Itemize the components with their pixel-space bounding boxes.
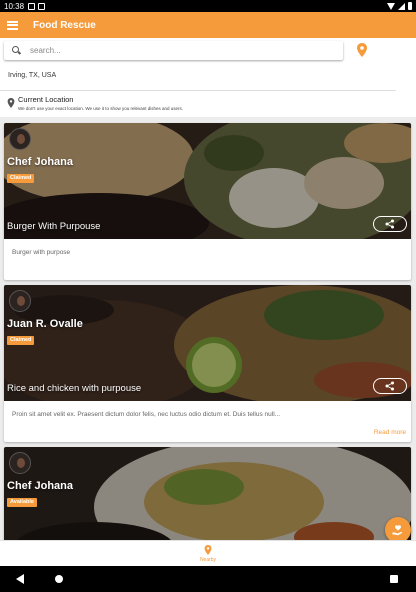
dish-card[interactable]: Juan R. Ovalle Claimed Rice and chicken … <box>4 285 411 442</box>
home-icon[interactable] <box>55 575 63 583</box>
dish-card[interactable]: Chef Johana Claimed Burger With Purpouse… <box>4 123 411 280</box>
current-location-label: Current Location <box>18 95 74 104</box>
search-row <box>0 38 416 63</box>
location-pin-icon <box>7 98 15 108</box>
share-button[interactable] <box>373 216 407 232</box>
status-badge: Claimed <box>7 174 35 183</box>
status-time: 10:38 <box>4 1 25 11</box>
current-location-note: We don't use your exact location. We use… <box>18 106 184 111</box>
bottom-navigation: Nearby <box>0 540 416 566</box>
status-badge: Claimed <box>7 336 35 345</box>
chef-name[interactable]: Juan R. Ovalle <box>7 318 83 330</box>
battery-icon <box>408 2 412 10</box>
dish-title: Burger With Purpouse <box>7 221 101 232</box>
chef-avatar[interactable] <box>9 452 31 474</box>
search-input[interactable] <box>30 46 330 55</box>
read-more-link[interactable]: Read more <box>374 429 406 436</box>
app-title: Food Rescue <box>33 19 96 31</box>
chef-name[interactable]: Chef Johana <box>7 156 73 168</box>
location-pin-icon <box>204 545 212 555</box>
nav-item-nearby[interactable]: Nearby <box>196 545 220 563</box>
wifi-icon <box>387 2 395 10</box>
dish-card[interactable]: Chef Johana Available <box>4 447 411 540</box>
dish-image[interactable]: Juan R. Ovalle Claimed Rice and chicken … <box>4 285 411 401</box>
status-notification-icons <box>28 2 46 10</box>
chef-avatar[interactable] <box>9 128 31 150</box>
notification-icon <box>38 2 46 10</box>
heart-hand-icon <box>392 525 403 536</box>
back-icon[interactable] <box>16 574 24 584</box>
signal-icon <box>398 2 405 10</box>
dish-title: Rice and chicken with purpouse <box>7 383 142 394</box>
share-icon <box>385 219 394 229</box>
notification-icon <box>28 2 36 10</box>
dish-description: Proin sit amet velit ex. Praesent dictum… <box>12 411 281 418</box>
nav-item-label: Nearby <box>199 557 217 563</box>
dish-image[interactable]: Chef Johana Available <box>4 447 411 540</box>
divider <box>0 90 396 91</box>
dish-image[interactable]: Chef Johana Claimed Burger With Purpouse <box>4 123 411 239</box>
status-bar: 10:38 <box>0 0 416 12</box>
current-location-option[interactable]: Current Location We don't use your exact… <box>7 95 183 111</box>
status-badge: Available <box>7 498 37 507</box>
search-box[interactable] <box>4 41 343 60</box>
search-icon <box>12 46 21 55</box>
location-city: Irving, TX, USA <box>8 72 57 79</box>
location-panel: Irving, TX, USA Current Location We don'… <box>0 63 416 117</box>
app-bar: Food Rescue <box>0 12 416 38</box>
recent-apps-icon[interactable] <box>390 575 398 583</box>
chef-avatar[interactable] <box>9 290 31 312</box>
share-button[interactable] <box>373 378 407 394</box>
hamburger-menu-icon[interactable] <box>7 20 18 30</box>
status-system-icons <box>387 2 412 10</box>
location-pin-icon[interactable] <box>356 43 368 57</box>
chef-name[interactable]: Chef Johana <box>7 480 73 492</box>
system-navigation-bar <box>0 566 416 592</box>
dish-description: Burger with purpose <box>12 249 71 256</box>
dish-feed: Chef Johana Claimed Burger With Purpouse… <box>0 118 416 540</box>
share-icon <box>385 381 394 391</box>
